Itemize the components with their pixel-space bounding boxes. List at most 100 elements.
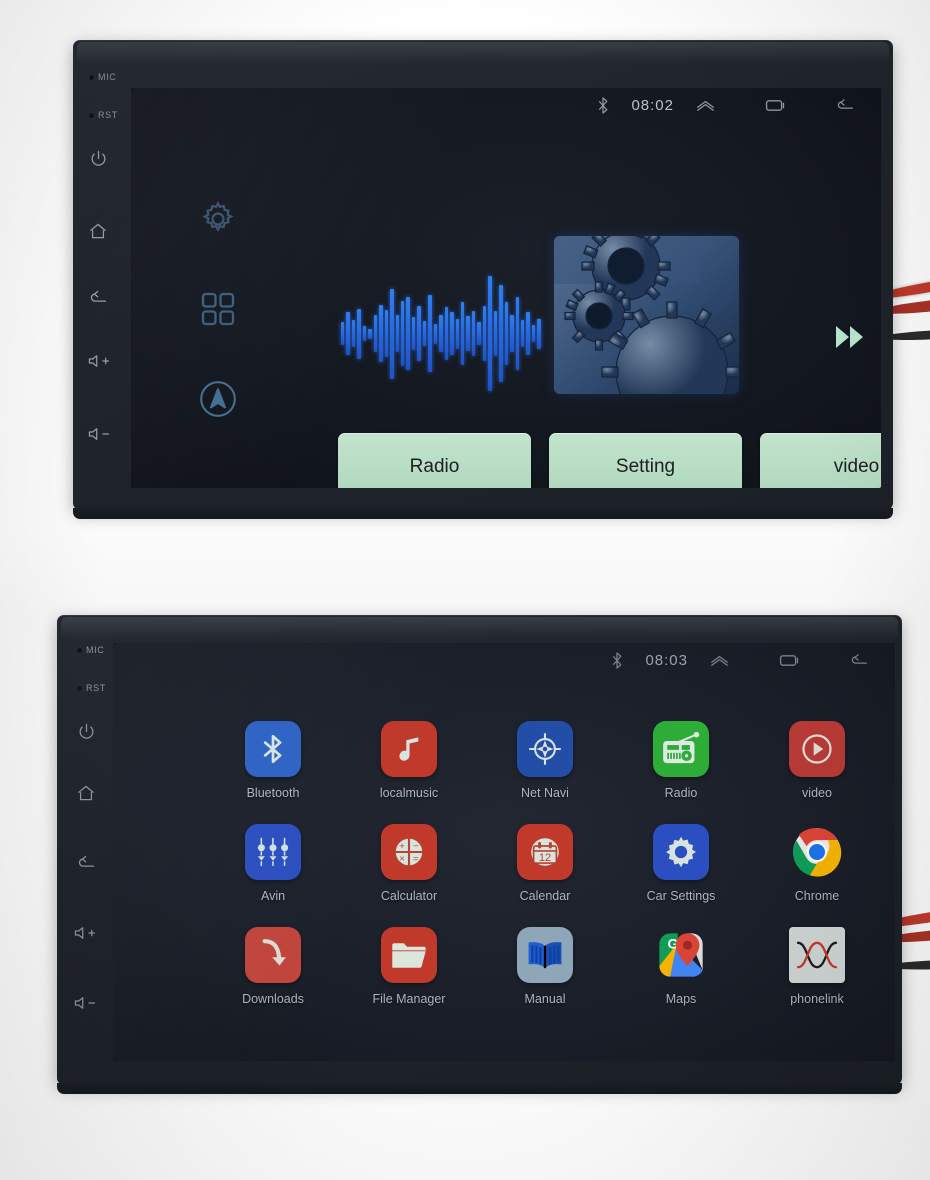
app-label: Downloads xyxy=(242,992,304,1006)
gear-icon xyxy=(653,824,709,880)
power-button[interactable] xyxy=(85,145,111,171)
app-label: phonelink xyxy=(790,992,844,1006)
waveform-bar xyxy=(477,322,481,345)
fast-forward-icon xyxy=(833,326,867,355)
volume-up-button[interactable] xyxy=(83,348,117,374)
setting-button-label: Setting xyxy=(615,456,676,477)
app-phonelink[interactable]: phonelink xyxy=(749,927,885,1006)
waveform-bar xyxy=(422,321,427,346)
photo-background: MIC RST 08:02 Radio Setting video MIC RS… xyxy=(0,0,930,1180)
calendar-icon: 12 xyxy=(517,824,573,880)
waveform-bar xyxy=(384,309,389,358)
waveform-bar xyxy=(471,311,476,356)
recents-icon[interactable] xyxy=(779,653,800,668)
reset-indicator[interactable]: RST xyxy=(89,110,118,120)
bluetooth-icon xyxy=(597,96,609,114)
app-label: Bluetooth xyxy=(246,786,300,800)
app-manual[interactable]: Manual xyxy=(477,927,613,1006)
volume-up-button[interactable] xyxy=(69,920,103,946)
radio-button[interactable]: Radio xyxy=(338,433,531,488)
app-calculator[interactable]: + − × = Calculator xyxy=(341,824,477,903)
status-bar-top: 08:02 xyxy=(131,88,881,122)
volume-down-button[interactable] xyxy=(83,421,117,447)
power-button[interactable] xyxy=(73,718,99,744)
app-localmusic[interactable]: localmusic xyxy=(341,721,477,800)
app-chrome[interactable]: Chrome xyxy=(749,824,885,903)
book-icon xyxy=(517,927,573,983)
waveform-bar xyxy=(362,326,367,341)
status-back-icon[interactable] xyxy=(834,98,855,113)
app-label: Maps xyxy=(665,992,697,1006)
head-unit-top: MIC RST 08:02 Radio Setting video xyxy=(73,40,893,519)
chevron-up-icon[interactable] xyxy=(696,99,715,112)
app-downloads[interactable]: Downloads xyxy=(205,927,341,1006)
volume-down-icon xyxy=(87,426,113,442)
screen-bottom[interactable]: 08:03 Bluetooth localmusic Net Navi Radi… xyxy=(113,643,895,1061)
mic-hole-icon xyxy=(89,74,94,80)
app-net-navi[interactable]: Net Navi xyxy=(477,721,613,800)
reset-hole-icon[interactable] xyxy=(89,112,94,118)
fast-forward-button[interactable] xyxy=(833,323,867,356)
volume-down-button[interactable] xyxy=(69,990,103,1016)
mic-indicator: MIC xyxy=(89,72,116,82)
app-label: File Manager xyxy=(372,992,446,1006)
waveform-bar xyxy=(531,324,536,343)
app-label: video xyxy=(802,786,832,800)
svg-text:=: = xyxy=(413,853,419,864)
shortcut-button-row: Radio Setting video xyxy=(338,433,881,488)
recents-icon[interactable] xyxy=(765,98,786,113)
back-button[interactable] xyxy=(85,285,111,311)
app-car-settings[interactable]: Car Settings xyxy=(613,824,749,903)
folder-icon xyxy=(381,927,437,983)
video-button[interactable]: video xyxy=(760,433,881,488)
dock-item-settings[interactable] xyxy=(195,198,241,244)
left-bezel-top: MIC RST xyxy=(73,40,131,510)
chevron-up-icon[interactable] xyxy=(710,654,729,667)
home-button[interactable] xyxy=(85,218,111,244)
svg-text:×: × xyxy=(399,853,405,864)
home-button[interactable] xyxy=(73,780,99,806)
waveform-bar xyxy=(400,301,405,366)
app-calendar[interactable]: 12 Calendar xyxy=(477,824,613,903)
apps-grid-icon xyxy=(198,289,238,334)
app-avin[interactable]: Avin xyxy=(205,824,341,903)
gear-icon xyxy=(198,199,238,244)
dock-item-apps[interactable] xyxy=(195,288,241,334)
waveform-bar xyxy=(411,317,416,350)
app-label: Net Navi xyxy=(521,786,569,800)
app-file-manager[interactable]: File Manager xyxy=(341,927,477,1006)
dock-item-navigation[interactable] xyxy=(195,378,241,424)
bluetooth-icon xyxy=(245,721,301,777)
waveform-bar xyxy=(520,319,525,348)
app-label: Manual xyxy=(524,992,566,1006)
compass-icon xyxy=(517,721,573,777)
app-bluetooth[interactable]: Bluetooth xyxy=(205,721,341,800)
audio-waveform xyxy=(341,276,541,391)
gears-thumbnail[interactable] xyxy=(554,236,739,394)
screen-top[interactable]: 08:02 Radio Setting video xyxy=(131,88,881,488)
reset-hole-icon[interactable] xyxy=(77,685,82,691)
setting-button[interactable]: Setting xyxy=(549,433,742,488)
power-icon xyxy=(77,722,96,741)
waveform-bar xyxy=(499,284,503,383)
waveform-bar xyxy=(537,318,541,349)
status-time: 08:03 xyxy=(645,651,688,669)
radio-icon xyxy=(653,721,709,777)
app-grid: Bluetooth localmusic Net Navi Radio video Avi… xyxy=(205,721,885,1006)
app-label: Radio xyxy=(664,786,698,800)
app-video[interactable]: video xyxy=(749,721,885,800)
bezel-gloss xyxy=(77,42,889,64)
waveform-bar xyxy=(515,297,519,370)
waveform-bar xyxy=(482,306,487,361)
waveform-bar xyxy=(493,311,498,356)
waveform-bar xyxy=(379,304,383,363)
status-back-icon[interactable] xyxy=(848,653,869,668)
back-button[interactable] xyxy=(73,850,99,876)
music-note-icon xyxy=(381,721,437,777)
waveform-bar xyxy=(373,314,378,353)
reset-indicator[interactable]: RST xyxy=(77,683,106,693)
waveform-bar xyxy=(428,294,432,373)
play-circle-icon xyxy=(789,721,845,777)
app-radio[interactable]: Radio xyxy=(613,721,749,800)
app-maps[interactable]: G Maps xyxy=(613,927,749,1006)
